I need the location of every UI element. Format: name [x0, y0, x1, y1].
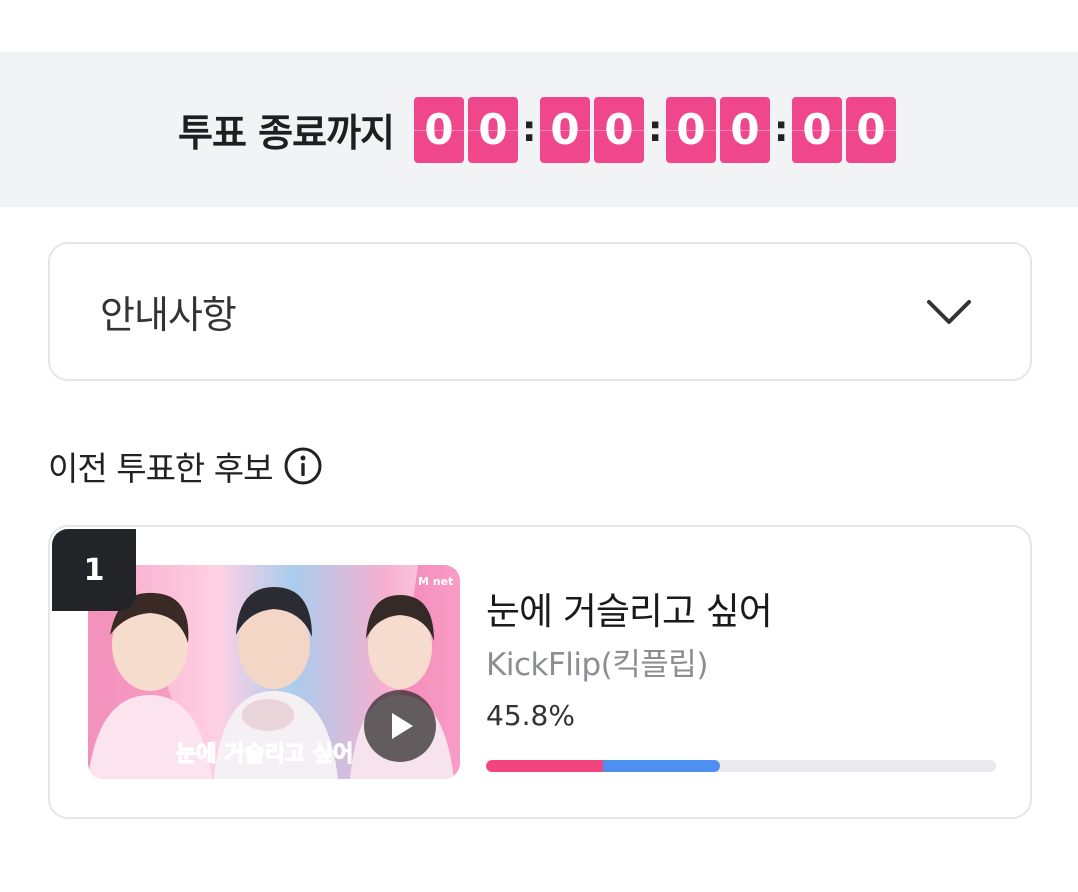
countdown-digit: 0: [846, 96, 896, 163]
notice-title: 안내사항: [100, 293, 237, 337]
countdown-digit: 0: [468, 96, 518, 163]
candidate-card[interactable]: 1 눈에 거슬리고 싶어 M net 눈에 거슬리고 싶어 KickFlip(킥…: [48, 525, 1032, 819]
countdown-digit: 0: [792, 96, 842, 163]
countdown-digit: 0: [594, 96, 644, 163]
play-icon: [392, 713, 413, 739]
countdown-separator: :: [774, 109, 789, 150]
thumbnail-caption: 눈에 거슬리고 싶어: [176, 742, 353, 767]
vote-page: 투표 종료까지 0 0 : 0 0 : 0 0 : 0 0 안내사항 이전 투표…: [0, 0, 1078, 892]
countdown-digit: 0: [540, 96, 590, 163]
countdown-digit: 0: [720, 96, 770, 163]
vote-progress-fill: [486, 760, 720, 772]
notice-accordion[interactable]: 안내사항: [48, 242, 1032, 381]
play-button[interactable]: [364, 690, 436, 762]
previous-vote-title: 이전 투표한 후보: [48, 449, 273, 488]
countdown-banner: 투표 종료까지 0 0 : 0 0 : 0 0 : 0 0: [0, 52, 1078, 207]
info-icon[interactable]: [283, 446, 323, 486]
channel-logo: M net: [418, 575, 453, 588]
vote-percent: 45.8%: [486, 699, 575, 732]
vote-progress-bar: [486, 760, 996, 772]
countdown-label: 투표 종료까지: [178, 111, 395, 155]
countdown-separator: :: [522, 109, 537, 150]
artist-name: KickFlip(킥플립): [486, 647, 708, 683]
countdown-timer: 0 0 : 0 0 : 0 0 : 0 0: [414, 96, 900, 163]
countdown-digit: 0: [666, 96, 716, 163]
rank-badge: 1: [52, 529, 136, 611]
song-title: 눈에 거슬리고 싶어: [486, 590, 773, 633]
countdown-separator: :: [648, 109, 663, 150]
countdown-digit: 0: [414, 96, 464, 163]
previous-vote-heading: 이전 투표한 후보: [48, 444, 323, 488]
chevron-down-icon[interactable]: [926, 298, 972, 326]
